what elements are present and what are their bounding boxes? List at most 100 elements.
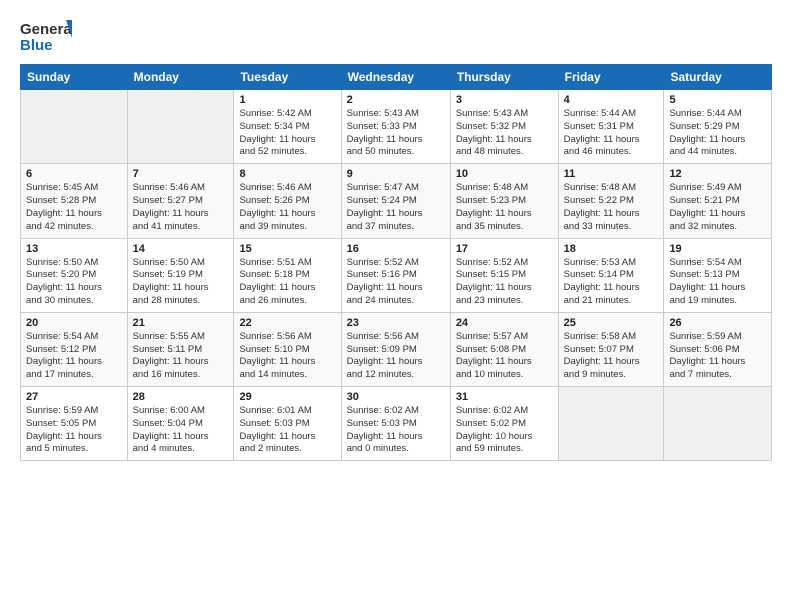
- weekday-header-thursday: Thursday: [450, 65, 558, 90]
- day-number: 13: [26, 243, 122, 255]
- day-number: 23: [347, 317, 445, 329]
- day-info: Sunrise: 5:44 AM Sunset: 5:29 PM Dayligh…: [669, 108, 766, 159]
- calendar-cell: 27 Sunrise: 5:59 AM Sunset: 5:05 PM Dayli…: [21, 387, 128, 461]
- calendar-cell: 10 Sunrise: 5:48 AM Sunset: 5:23 PM Dayli…: [450, 164, 558, 238]
- svg-text:Blue: Blue: [20, 37, 53, 54]
- calendar-cell: 18 Sunrise: 5:53 AM Sunset: 5:14 PM Dayli…: [558, 238, 664, 312]
- day-info: Sunrise: 5:59 AM Sunset: 5:05 PM Dayligh…: [26, 405, 122, 456]
- day-info: Sunrise: 5:46 AM Sunset: 5:27 PM Dayligh…: [133, 182, 229, 233]
- day-number: 6: [26, 168, 122, 180]
- svg-text:General: General: [20, 21, 72, 38]
- day-number: 16: [347, 243, 445, 255]
- day-info: Sunrise: 5:51 AM Sunset: 5:18 PM Dayligh…: [239, 257, 335, 308]
- calendar-cell: 17Sunrise: 5:52 AM Sunset: 5:15 PM Dayli…: [450, 238, 558, 312]
- day-number: 29: [239, 391, 335, 403]
- day-info: Sunrise: 5:50 AM Sunset: 5:20 PM Dayligh…: [26, 257, 122, 308]
- day-info: Sunrise: 6:02 AM Sunset: 5:03 PM Dayligh…: [347, 405, 445, 456]
- calendar-cell: 24 Sunrise: 5:57 AM Sunset: 5:08 PM Dayli…: [450, 312, 558, 386]
- calendar-table: SundayMondayTuesdayWednesdayThursdayFrid…: [20, 64, 772, 461]
- calendar-cell: 8 Sunrise: 5:46 AM Sunset: 5:26 PM Daylig…: [234, 164, 341, 238]
- day-number: 24: [456, 317, 553, 329]
- day-number: 9: [347, 168, 445, 180]
- calendar-week-3: 13 Sunrise: 5:50 AM Sunset: 5:20 PM Dayli…: [21, 238, 772, 312]
- day-info: Sunrise: 5:56 AM Sunset: 5:10 PM Dayligh…: [239, 331, 335, 382]
- calendar-cell: 11 Sunrise: 5:48 AM Sunset: 5:22 PM Dayli…: [558, 164, 664, 238]
- day-number: 10: [456, 168, 553, 180]
- calendar-cell: 14 Sunrise: 5:50 AM Sunset: 5:19 PM Dayli…: [127, 238, 234, 312]
- calendar-cell: 26 Sunrise: 5:59 AM Sunset: 5:06 PM Dayli…: [664, 312, 772, 386]
- calendar-week-4: 20 Sunrise: 5:54 AM Sunset: 5:12 PM Dayli…: [21, 312, 772, 386]
- calendar-cell: 28 Sunrise: 6:00 AM Sunset: 5:04 PM Dayli…: [127, 387, 234, 461]
- day-info: Sunrise: 5:59 AM Sunset: 5:06 PM Dayligh…: [669, 331, 766, 382]
- day-number: 22: [239, 317, 335, 329]
- logo-svg: GeneralBlue: [20, 18, 72, 54]
- calendar-cell: 1 Sunrise: 5:42 AM Sunset: 5:34 PM Daylig…: [234, 90, 341, 164]
- calendar-cell: 22 Sunrise: 5:56 AM Sunset: 5:10 PM Dayli…: [234, 312, 341, 386]
- day-info: Sunrise: 5:49 AM Sunset: 5:21 PM Dayligh…: [669, 182, 766, 233]
- day-info: Sunrise: 6:00 AM Sunset: 5:04 PM Dayligh…: [133, 405, 229, 456]
- day-info: Sunrise: 6:02 AM Sunset: 5:02 PM Dayligh…: [456, 405, 553, 456]
- calendar-cell: 7 Sunrise: 5:46 AM Sunset: 5:27 PM Daylig…: [127, 164, 234, 238]
- day-number: 30: [347, 391, 445, 403]
- day-number: 31: [456, 391, 553, 403]
- calendar-cell: 5 Sunrise: 5:44 AM Sunset: 5:29 PM Daylig…: [664, 90, 772, 164]
- calendar-cell: 4 Sunrise: 5:44 AM Sunset: 5:31 PM Daylig…: [558, 90, 664, 164]
- calendar-cell: 23 Sunrise: 5:56 AM Sunset: 5:09 PM Dayli…: [341, 312, 450, 386]
- day-info: Sunrise: 5:48 AM Sunset: 5:22 PM Dayligh…: [564, 182, 659, 233]
- day-number: 11: [564, 168, 659, 180]
- day-info: Sunrise: 5:47 AM Sunset: 5:24 PM Dayligh…: [347, 182, 445, 233]
- calendar-cell: 21Sunrise: 5:55 AM Sunset: 5:11 PM Dayli…: [127, 312, 234, 386]
- calendar-cell: 19Sunrise: 5:54 AM Sunset: 5:13 PM Dayli…: [664, 238, 772, 312]
- day-number: 26: [669, 317, 766, 329]
- day-info: Sunrise: 5:58 AM Sunset: 5:07 PM Dayligh…: [564, 331, 659, 382]
- day-number: 3: [456, 94, 553, 106]
- day-number: 4: [564, 94, 659, 106]
- day-info: Sunrise: 5:42 AM Sunset: 5:34 PM Dayligh…: [239, 108, 335, 159]
- calendar-cell: 2Sunrise: 5:43 AM Sunset: 5:33 PM Daylig…: [341, 90, 450, 164]
- day-number: 14: [133, 243, 229, 255]
- day-info: Sunrise: 5:56 AM Sunset: 5:09 PM Dayligh…: [347, 331, 445, 382]
- day-number: 25: [564, 317, 659, 329]
- day-number: 21: [133, 317, 229, 329]
- day-number: 18: [564, 243, 659, 255]
- day-info: Sunrise: 5:45 AM Sunset: 5:28 PM Dayligh…: [26, 182, 122, 233]
- day-info: Sunrise: 5:57 AM Sunset: 5:08 PM Dayligh…: [456, 331, 553, 382]
- day-info: Sunrise: 5:50 AM Sunset: 5:19 PM Dayligh…: [133, 257, 229, 308]
- day-number: 7: [133, 168, 229, 180]
- day-number: 5: [669, 94, 766, 106]
- calendar-cell: [558, 387, 664, 461]
- calendar-cell: 9 Sunrise: 5:47 AM Sunset: 5:24 PM Daylig…: [341, 164, 450, 238]
- calendar-cell: 3Sunrise: 5:43 AM Sunset: 5:32 PM Daylig…: [450, 90, 558, 164]
- day-info: Sunrise: 5:53 AM Sunset: 5:14 PM Dayligh…: [564, 257, 659, 308]
- calendar-cell: 13 Sunrise: 5:50 AM Sunset: 5:20 PM Dayli…: [21, 238, 128, 312]
- day-number: 20: [26, 317, 122, 329]
- calendar-cell: 6 Sunrise: 5:45 AM Sunset: 5:28 PM Daylig…: [21, 164, 128, 238]
- day-number: 8: [239, 168, 335, 180]
- page: GeneralBlue SundayMondayTuesdayWednesday…: [0, 0, 792, 612]
- weekday-header-saturday: Saturday: [664, 65, 772, 90]
- calendar-cell: 20 Sunrise: 5:54 AM Sunset: 5:12 PM Dayli…: [21, 312, 128, 386]
- calendar-cell: 31 Sunrise: 6:02 AM Sunset: 5:02 PM Dayli…: [450, 387, 558, 461]
- day-number: 2: [347, 94, 445, 106]
- calendar-cell: [21, 90, 128, 164]
- calendar-cell: 16Sunrise: 5:52 AM Sunset: 5:16 PM Dayli…: [341, 238, 450, 312]
- day-number: 27: [26, 391, 122, 403]
- weekday-header-sunday: Sunday: [21, 65, 128, 90]
- calendar-cell: 29Sunrise: 6:01 AM Sunset: 5:03 PM Dayli…: [234, 387, 341, 461]
- day-info: Sunrise: 5:44 AM Sunset: 5:31 PM Dayligh…: [564, 108, 659, 159]
- day-info: Sunrise: 5:46 AM Sunset: 5:26 PM Dayligh…: [239, 182, 335, 233]
- day-number: 1: [239, 94, 335, 106]
- day-number: 17: [456, 243, 553, 255]
- day-number: 12: [669, 168, 766, 180]
- weekday-header-tuesday: Tuesday: [234, 65, 341, 90]
- weekday-header-wednesday: Wednesday: [341, 65, 450, 90]
- weekday-header-friday: Friday: [558, 65, 664, 90]
- day-info: Sunrise: 5:48 AM Sunset: 5:23 PM Dayligh…: [456, 182, 553, 233]
- calendar-week-5: 27 Sunrise: 5:59 AM Sunset: 5:05 PM Dayli…: [21, 387, 772, 461]
- day-info: Sunrise: 5:54 AM Sunset: 5:12 PM Dayligh…: [26, 331, 122, 382]
- day-number: 15: [239, 243, 335, 255]
- day-number: 19: [669, 243, 766, 255]
- calendar-cell: 25 Sunrise: 5:58 AM Sunset: 5:07 PM Dayli…: [558, 312, 664, 386]
- calendar-week-2: 6 Sunrise: 5:45 AM Sunset: 5:28 PM Daylig…: [21, 164, 772, 238]
- day-number: 28: [133, 391, 229, 403]
